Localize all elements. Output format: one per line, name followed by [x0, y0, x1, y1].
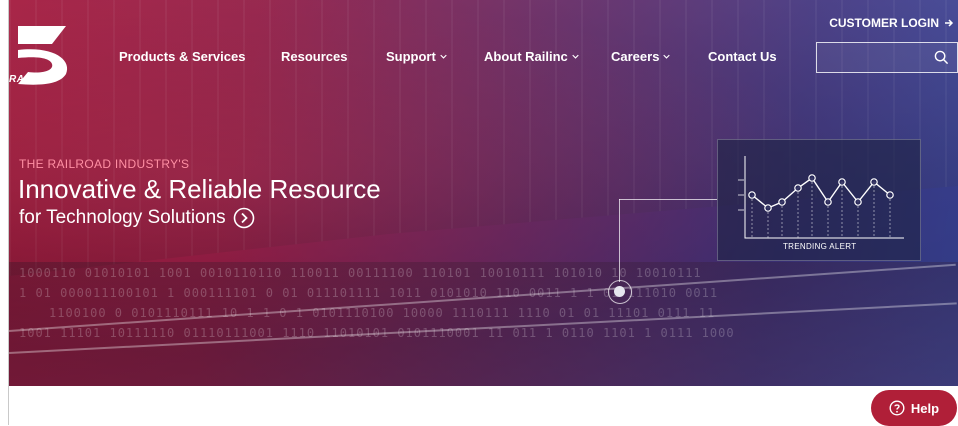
search-input[interactable]: [817, 43, 943, 72]
nav-resources[interactable]: Resources: [281, 49, 347, 64]
logo-wordmark: RAILINC: [9, 74, 54, 85]
customer-login-label: CUSTOMER LOGIN: [829, 16, 939, 30]
binary-row: 1000110 01010101 1001 0010110110 110011 …: [19, 266, 702, 280]
nav-label: Careers: [611, 49, 660, 64]
hotspot-dot[interactable]: [614, 286, 625, 297]
hero-headline: Innovative & Reliable Resource: [18, 174, 381, 204]
search-box: [816, 42, 958, 73]
nav-contact-us[interactable]: Contact Us: [708, 49, 777, 64]
chevron-down-icon: [440, 54, 447, 59]
customer-login-link[interactable]: CUSTOMER LOGIN: [829, 16, 954, 30]
nav-products-services[interactable]: Products & Services: [119, 49, 245, 64]
search-icon[interactable]: [934, 50, 949, 65]
nav-label: Support: [386, 49, 436, 64]
nav-label: Contact Us: [708, 49, 777, 64]
binary-row: 1001 11101 10111110 01110111001 1110 110…: [19, 326, 735, 340]
connector-line: [619, 199, 620, 282]
hero-eyebrow: THE RAILROAD INDUSTRY'S: [19, 157, 190, 171]
chevron-down-icon: [572, 54, 579, 59]
arrow-circle-right-icon[interactable]: [233, 207, 255, 229]
help-label: Help: [910, 400, 940, 416]
nav-careers[interactable]: Careers: [611, 49, 671, 64]
hero-subhead: for Technology Solutions: [19, 207, 226, 228]
trending-alert-label: TRENDING ALERT: [783, 242, 857, 251]
nav-support[interactable]: Support: [386, 49, 447, 64]
arrow-right-icon: [945, 19, 954, 27]
help-button[interactable]: Help: [871, 390, 957, 426]
trending-alert-panel: TRENDING ALERT: [717, 139, 921, 261]
nav-label: Products & Services: [119, 49, 246, 64]
nav-about-railinc[interactable]: About Railinc: [484, 49, 579, 64]
chevron-down-icon: [663, 54, 671, 59]
connector-line: [619, 199, 717, 200]
binary-row: 1100100 0 0101110111 10 1 1 0 1 01011101…: [49, 306, 716, 320]
hero-subhead-link[interactable]: for Technology Solutions: [19, 207, 255, 229]
nav-label: About Railinc: [484, 49, 568, 64]
question-circle-icon: [889, 400, 905, 416]
nav-label: Resources: [281, 49, 348, 64]
